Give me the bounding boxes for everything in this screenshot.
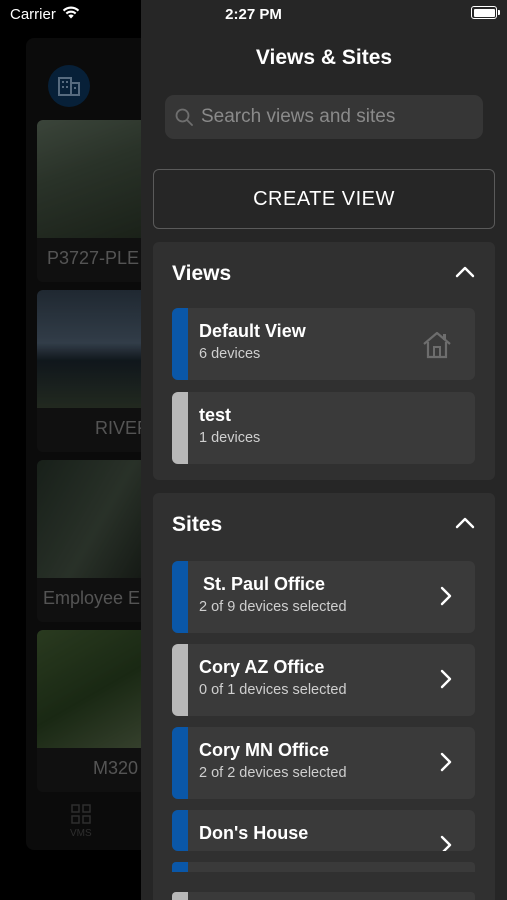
- selection-indicator: [172, 810, 188, 851]
- view-device-count: 1 devices: [199, 430, 261, 446]
- site-device-count: 2 of 9 devices selected: [199, 599, 347, 615]
- site-item-cory-mn[interactable]: Cory MN Office 2 of 2 devices selected: [172, 727, 475, 799]
- status-bar: Carrier 2:27 PM: [0, 0, 507, 30]
- search-icon: [175, 108, 193, 126]
- views-section: Views Default View 6 devices test 1 devi…: [153, 242, 495, 480]
- selection-indicator: [172, 392, 188, 464]
- view-name: Default View: [199, 321, 306, 341]
- sites-section-title: Sites: [172, 513, 223, 536]
- views-section-header[interactable]: Views: [153, 242, 495, 304]
- site-name: Cory AZ Office: [199, 657, 325, 677]
- chevron-up-icon[interactable]: [453, 262, 477, 282]
- site-name: Don's House: [199, 823, 309, 843]
- site-item-cory-az[interactable]: Cory AZ Office 0 of 1 devices selected: [172, 644, 475, 716]
- chevron-right-icon[interactable]: [439, 751, 453, 773]
- selection-indicator: [172, 862, 188, 872]
- view-item-default[interactable]: Default View 6 devices: [172, 308, 475, 380]
- create-view-button[interactable]: CREATE VIEW: [153, 169, 495, 229]
- overlay-scrim[interactable]: [0, 0, 141, 900]
- views-section-title: Views: [172, 262, 232, 285]
- selection-indicator: [172, 561, 188, 633]
- sites-section-header[interactable]: Sites: [153, 493, 495, 555]
- battery-icon: [471, 6, 500, 19]
- search-bar[interactable]: [165, 95, 483, 139]
- view-device-count: 6 devices: [199, 346, 261, 362]
- view-name: test: [199, 405, 232, 425]
- clock: 2:27 PM: [225, 6, 282, 23]
- site-name: Cory MN Office: [199, 740, 330, 760]
- selection-indicator: [172, 308, 188, 380]
- chevron-right-icon[interactable]: [439, 585, 453, 607]
- search-input[interactable]: [201, 106, 471, 128]
- site-device-count: 0 of 1 devices selected: [199, 682, 347, 698]
- sites-section: Sites St. Paul Office 2 of 9 devices sel…: [153, 493, 495, 900]
- selection-indicator: [172, 644, 188, 716]
- chevron-right-icon[interactable]: [439, 834, 453, 851]
- list-item[interactable]: [172, 862, 475, 872]
- selection-indicator: [172, 727, 188, 799]
- site-name: St. Paul Office: [203, 574, 326, 594]
- list-item[interactable]: [172, 892, 475, 900]
- drawer-title: Views & Sites: [255, 46, 393, 69]
- view-item-test[interactable]: test 1 devices: [172, 392, 475, 464]
- home-icon[interactable]: [421, 330, 453, 360]
- site-device-count: 2 of 2 devices selected: [199, 765, 347, 781]
- site-item-st-paul[interactable]: St. Paul Office 2 of 9 devices selected: [172, 561, 475, 633]
- selection-indicator: [172, 892, 188, 900]
- chevron-up-icon[interactable]: [453, 513, 477, 533]
- chevron-right-icon[interactable]: [439, 668, 453, 690]
- site-item-dons-house[interactable]: Don's House: [172, 810, 475, 851]
- views-sites-drawer: Views & Sites CREATE VIEW Views Default …: [141, 0, 507, 900]
